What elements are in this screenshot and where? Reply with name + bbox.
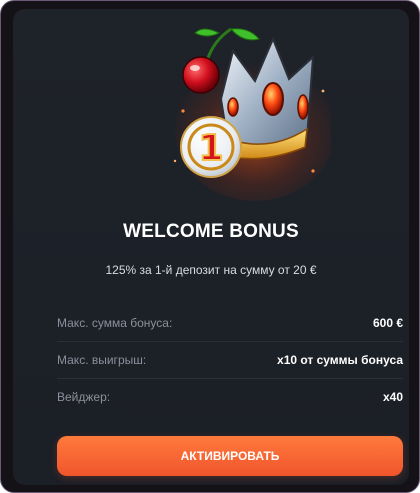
bonus-details: Макс. сумма бонуса: 600 € Макс. выигрыш:…: [57, 305, 403, 415]
svg-text:1: 1: [198, 128, 223, 169]
bonus-title: WELCOME BONUS: [123, 221, 299, 242]
max-win-value: x10 от суммы бонуса: [277, 353, 403, 367]
max-bonus-value: 600 €: [372, 316, 403, 330]
max-win-label: Макс. выигрыш:: [57, 353, 147, 367]
activate-button[interactable]: АКТИВИРОВАТЬ: [57, 436, 403, 476]
wager-value: x40: [382, 390, 403, 404]
max-win-row: Макс. выигрыш: x10 от суммы бонуса: [57, 342, 403, 379]
crown-cherry-illustration: 1: [173, 27, 331, 201]
coin-one-icon: 1: [180, 116, 242, 178]
wager-row: Вейджер: x40: [57, 379, 403, 415]
wager-label: Вейджер:: [57, 390, 111, 404]
max-bonus-row: Макс. сумма бонуса: 600 €: [57, 305, 403, 342]
bonus-card-frame: 1 WELCOME BONUS 125% за 1-й депозит на с…: [0, 0, 420, 493]
bonus-subtitle: 125% за 1-й депозит на сумму от 20 €: [105, 263, 317, 277]
bonus-card: 1 WELCOME BONUS 125% за 1-й депозит на с…: [13, 9, 409, 485]
max-bonus-label: Макс. сумма бонуса:: [57, 316, 173, 330]
